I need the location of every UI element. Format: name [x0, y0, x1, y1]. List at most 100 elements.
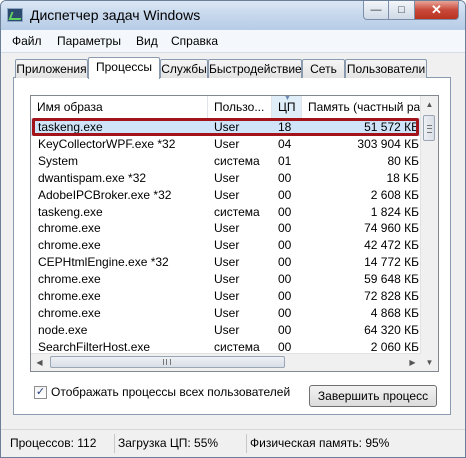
highlight-annotation-box — [32, 118, 419, 136]
process-cpu: 00 — [278, 170, 292, 185]
column-header-cpu[interactable]: ▼ ЦП — [272, 96, 302, 118]
table-row[interactable]: node.exe User 00 64 320 КБ — [31, 322, 421, 339]
menu-view[interactable]: Вид — [136, 34, 158, 48]
process-user: система — [214, 204, 260, 219]
process-memory: 64 320 КБ — [364, 322, 419, 337]
tab-users[interactable]: Пользователи — [345, 59, 427, 78]
table-row[interactable]: chrome.exe User 00 74 960 КБ — [31, 220, 421, 237]
process-user: User — [214, 221, 240, 236]
process-memory: 4 868 КБ — [370, 305, 419, 320]
process-name: dwantispam.exe *32 — [38, 170, 147, 185]
process-cpu: 01 — [278, 153, 292, 168]
task-manager-window: Диспетчер задач Windows — □ ✕ Файл Парам… — [0, 0, 466, 458]
process-memory: 42 472 КБ — [364, 238, 419, 253]
process-cpu: 00 — [278, 305, 292, 320]
tab-performance[interactable]: Быстродействие — [208, 59, 302, 78]
process-name: chrome.exe — [38, 289, 101, 303]
process-name: node.exe — [38, 322, 88, 337]
process-memory: 14 772 КБ — [364, 255, 419, 270]
table-row[interactable]: System система 01 80 КБ — [31, 153, 421, 170]
process-cpu: 00 — [278, 289, 292, 303]
tab-network[interactable]: Сеть — [302, 59, 345, 78]
process-name: KeyCollectorWPF.exe *32 — [38, 136, 176, 151]
process-cpu: 04 — [278, 136, 292, 151]
status-cpu-usage: Загрузка ЦП: 55% — [114, 434, 242, 453]
column-header-memory[interactable]: Память (частный ра... — [302, 96, 421, 118]
window-controls: — □ ✕ — [363, 1, 459, 21]
menu-options[interactable]: Параметры — [57, 34, 121, 48]
table-row[interactable]: AdobeIPCBroker.exe *32 User 00 2 608 КБ — [31, 187, 421, 204]
process-memory: 72 828 КБ — [364, 289, 419, 303]
process-name: chrome.exe — [38, 305, 101, 320]
vertical-scroll-thumb[interactable] — [423, 115, 435, 141]
horizontal-scroll-thumb[interactable] — [50, 356, 285, 368]
scroll-up-arrow-icon[interactable]: ▲ — [421, 96, 438, 113]
process-cpu: 00 — [278, 221, 292, 236]
tab-processes[interactable]: Процессы — [88, 57, 160, 79]
scroll-left-arrow-icon[interactable]: ◀ — [31, 354, 48, 371]
process-cpu: 00 — [278, 339, 292, 354]
menu-help[interactable]: Справка — [171, 34, 218, 48]
grip-icon — [427, 125, 432, 133]
status-bar: Процессов: 112 Загрузка ЦП: 55% Физическ… — [1, 429, 465, 457]
table-row[interactable]: chrome.exe User 00 59 648 КБ — [31, 271, 421, 288]
table-row[interactable]: taskeng.exe система 00 1 824 КБ — [31, 204, 421, 221]
column-header-user[interactable]: Пользо... — [208, 96, 272, 118]
tab-services[interactable]: Службы — [160, 59, 208, 78]
task-manager-app-icon — [7, 8, 23, 22]
process-memory: 18 KБ — [386, 170, 419, 185]
scroll-down-arrow-icon[interactable]: ▼ — [421, 354, 438, 371]
show-all-users-checkbox[interactable]: ✓ — [34, 386, 47, 399]
process-memory: 59 648 КБ — [364, 272, 419, 287]
column-header-cpu-label: ЦП — [278, 100, 296, 114]
process-memory: 2 608 КБ — [370, 187, 419, 202]
table-row[interactable]: chrome.exe User 00 4 868 КБ — [31, 305, 421, 322]
table-row[interactable]: CEPHtmlEngine.exe *32 User 00 14 772 КБ — [31, 254, 421, 271]
table-row[interactable]: chrome.exe User 00 42 472 КБ — [31, 237, 421, 254]
status-memory-usage: Физическая память: 95% — [246, 434, 446, 453]
end-process-button[interactable]: Завершить процесс — [309, 385, 437, 407]
process-name: chrome.exe — [38, 238, 101, 253]
process-name: CEPHtmlEngine.exe *32 — [38, 255, 169, 270]
process-user: User — [214, 289, 240, 303]
tab-applications[interactable]: Приложения — [15, 59, 88, 78]
process-user: User — [214, 136, 240, 151]
process-user: User — [214, 187, 240, 202]
maximize-button[interactable]: □ — [389, 1, 415, 20]
menu-file[interactable]: Файл — [12, 34, 42, 48]
table-row[interactable]: chrome.exe User 00 72 828 КБ — [31, 288, 421, 305]
table-row[interactable]: KeyCollectorWPF.exe *32 User 04 303 904 КБ — [31, 136, 421, 153]
process-name: chrome.exe — [38, 272, 101, 287]
process-user: User — [214, 170, 240, 185]
process-cpu: 00 — [278, 187, 292, 202]
process-user: система — [214, 339, 260, 354]
table-header: Имя образа Пользо... ▼ ЦП Память (частны… — [31, 96, 421, 119]
vertical-scrollbar[interactable]: ▲ ▼ — [420, 96, 438, 371]
process-cpu: 00 — [278, 322, 292, 337]
title-bar[interactable]: Диспетчер задач Windows — □ ✕ — [1, 1, 465, 30]
scroll-right-arrow-icon[interactable]: ▶ — [404, 354, 421, 371]
process-name: System — [38, 153, 79, 168]
process-name: AdobeIPCBroker.exe *32 — [38, 187, 172, 202]
process-memory: 303 904 КБ — [357, 136, 419, 151]
show-all-users-label[interactable]: Отображать процессы всех пользователей — [51, 385, 290, 399]
process-name: chrome.exe — [38, 221, 101, 236]
close-button[interactable]: ✕ — [415, 1, 459, 20]
sort-descending-icon: ▼ — [284, 96, 291, 102]
process-name: SearchFilterHost.exe — [38, 339, 151, 354]
process-user: User — [214, 255, 240, 270]
process-user: User — [214, 322, 240, 337]
process-memory: 2 060 КБ — [370, 339, 419, 354]
column-header-name[interactable]: Имя образа — [31, 96, 208, 118]
process-memory: 74 960 КБ — [364, 221, 419, 236]
table-row[interactable]: dwantispam.exe *32 User 00 18 KБ — [31, 170, 421, 187]
status-process-count: Процессов: 112 — [10, 436, 97, 450]
horizontal-scrollbar[interactable]: ◀ ▶ — [31, 353, 421, 371]
minimize-button[interactable]: — — [363, 1, 389, 20]
menu-bar: Файл Параметры Вид Справка — [1, 30, 465, 53]
window-title: Диспетчер задач Windows — [30, 7, 201, 23]
process-user: User — [214, 238, 240, 253]
process-cpu: 00 — [278, 255, 292, 270]
process-list[interactable]: Имя образа Пользо... ▼ ЦП Память (частны… — [30, 95, 439, 372]
process-user: система — [214, 153, 260, 168]
